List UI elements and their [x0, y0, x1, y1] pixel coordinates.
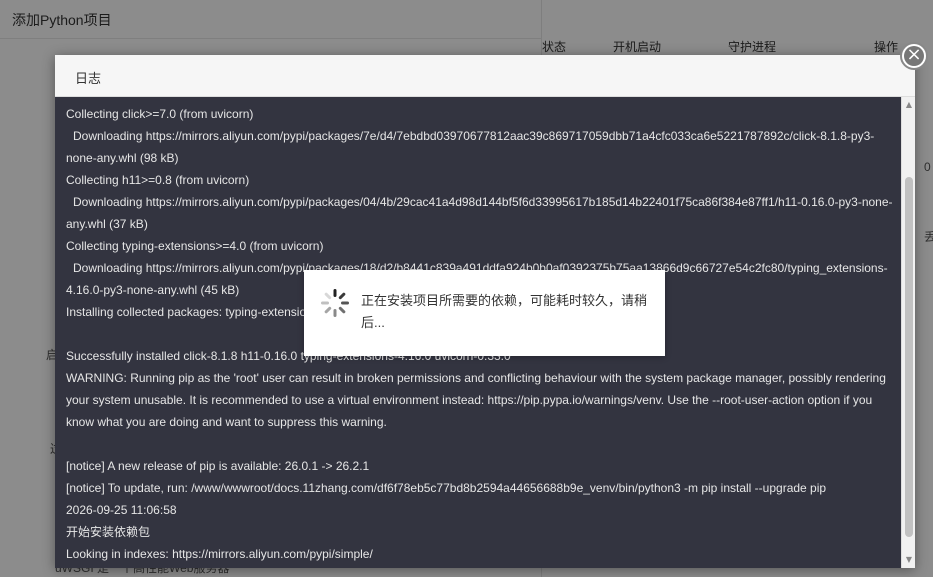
scroll-up-icon[interactable]: ▲: [902, 99, 916, 111]
log-line: Collecting click>=7.0 (from uvicorn): [66, 107, 254, 121]
loading-popup: 正在安装项目所需要的依赖，可能耗时较久，请稍后...: [304, 270, 665, 356]
log-line: [notice] To update, run: /www/wwwroot/do…: [66, 481, 827, 495]
log-line: your system unusable. It is recommended …: [66, 393, 873, 407]
close-icon: ×: [904, 44, 924, 66]
scroll-thumb[interactable]: [905, 177, 913, 537]
log-line: WARNING: Running pip as the 'root' user …: [66, 371, 886, 385]
loading-message: 正在安装项目所需要的依赖，可能耗时较久，请稍后...: [361, 293, 648, 330]
loading-spinner-icon: [321, 289, 349, 317]
log-line: [notice] A new release of pip is availab…: [66, 459, 370, 473]
log-scrollbar[interactable]: ▲ ▼: [901, 97, 915, 568]
close-button[interactable]: ×: [900, 42, 928, 70]
dialog-header: 日志: [55, 55, 915, 97]
log-line: none-any.whl (98 kB): [66, 151, 179, 165]
scroll-down-icon[interactable]: ▼: [902, 554, 916, 566]
dialog-title: 日志: [75, 71, 102, 86]
log-line: any.whl (37 kB): [66, 217, 148, 231]
log-line: 2026-09-25 11:06:58: [66, 503, 177, 517]
log-line: Downloading https://mirrors.aliyun.com/p…: [73, 129, 875, 143]
log-line: Downloading https://mirrors.aliyun.com/p…: [73, 195, 893, 209]
log-line: know what you are doing and want to supp…: [66, 415, 387, 429]
close-icon-glyph: ×: [906, 44, 922, 65]
log-line: Looking in indexes: https://mirrors.aliy…: [66, 547, 373, 561]
log-line: 开始安装依赖包: [66, 525, 151, 539]
log-line: Collecting h11>=0.8 (from uvicorn): [66, 173, 250, 187]
log-line: Collecting typing-extensions>=4.0 (from …: [66, 239, 324, 253]
